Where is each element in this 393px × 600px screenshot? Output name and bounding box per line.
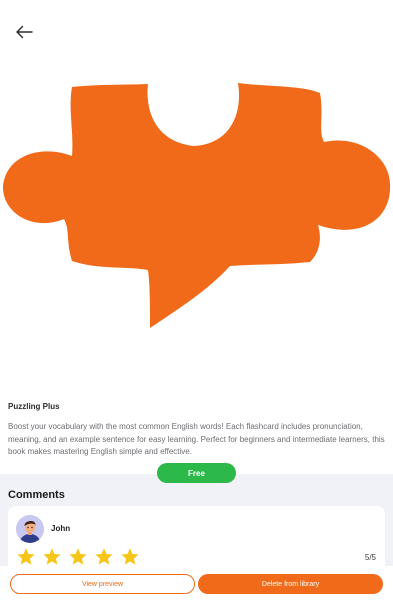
star-icon: [43, 548, 61, 565]
star-icon: [121, 548, 139, 565]
book-title: Puzzling Plus: [8, 402, 60, 411]
star-icon: [17, 548, 35, 565]
star-icon: [95, 548, 113, 565]
star-rating: [16, 547, 140, 567]
action-bar: View preview Delete from library: [0, 566, 393, 600]
user-avatar-image: [16, 515, 44, 543]
book-cover-illustration: [0, 80, 393, 335]
arrow-left-icon: [16, 25, 33, 39]
back-button[interactable]: [12, 20, 36, 44]
book-description: Boost your vocabulary with the most comm…: [8, 422, 385, 456]
commenter-name: John: [51, 524, 71, 533]
comments-heading: Comments: [8, 489, 65, 501]
view-preview-button[interactable]: View preview: [10, 574, 195, 594]
price-badge[interactable]: Free: [157, 463, 236, 483]
user-avatar: [16, 515, 44, 543]
star-icon: [69, 548, 87, 565]
book-details-screen: Puzzling Plus Boost your vocabulary with…: [0, 0, 393, 600]
puzzle-speech-bubble-icon: [2, 83, 391, 328]
delete-from-library-button[interactable]: Delete from library: [198, 574, 383, 594]
rating-score: 5/5: [364, 553, 376, 562]
